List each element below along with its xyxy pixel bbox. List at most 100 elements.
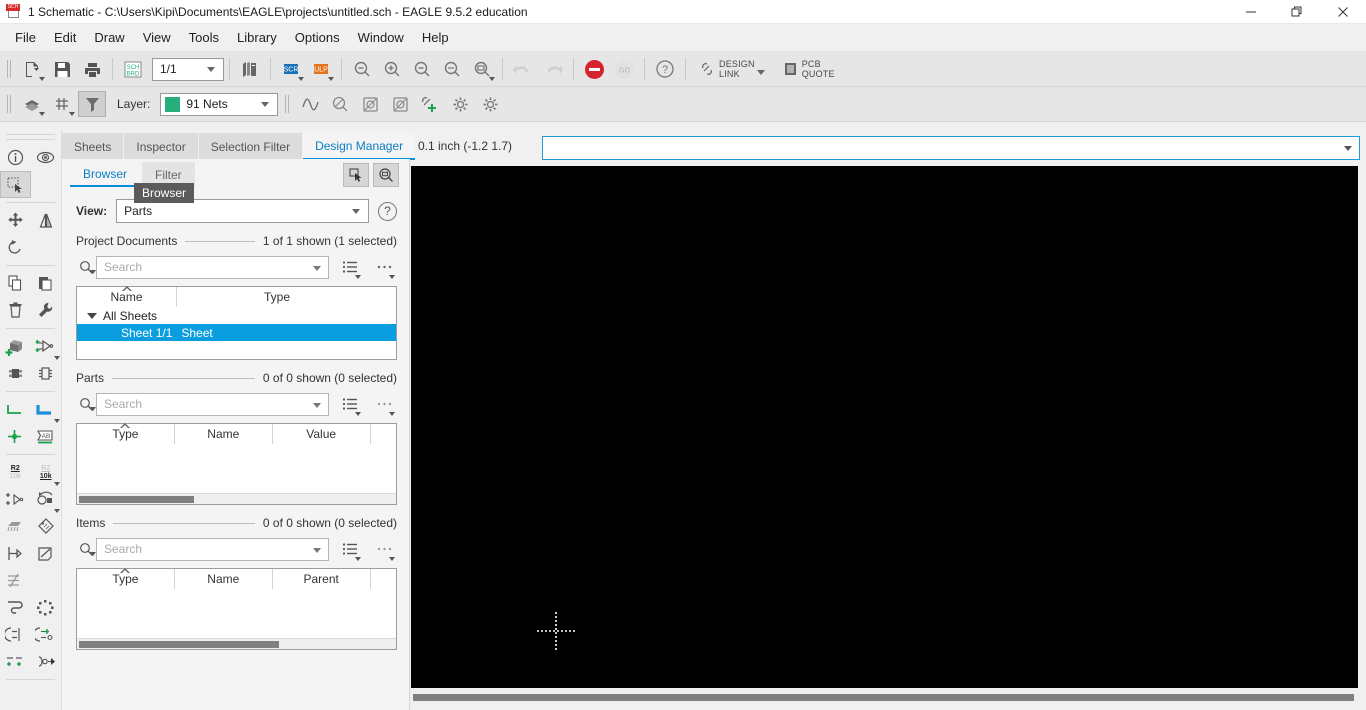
- tab-selection-filter[interactable]: Selection Filter: [198, 133, 303, 160]
- settings-gear-alt-icon[interactable]: [476, 91, 504, 117]
- attribute-icon[interactable]: [0, 540, 31, 567]
- column-header-parent[interactable]: Parent: [273, 569, 371, 589]
- list-options-icon[interactable]: [337, 392, 363, 416]
- net-icon[interactable]: [0, 396, 31, 423]
- zoom-fit-icon[interactable]: [348, 56, 376, 82]
- search-input-parts[interactable]: Search: [96, 392, 329, 416]
- scrollbar-thumb[interactable]: [413, 694, 1354, 701]
- library-manager-icon[interactable]: [236, 56, 264, 82]
- drc-board-icon[interactable]: [356, 91, 384, 117]
- attach-assembly-icon[interactable]: [416, 91, 444, 117]
- horizontal-scrollbar[interactable]: [77, 493, 396, 504]
- layer-selector[interactable]: 91 Nets: [160, 92, 279, 116]
- paste-icon[interactable]: [31, 270, 62, 297]
- menu-view[interactable]: View: [134, 26, 180, 49]
- close-button[interactable]: [1320, 0, 1366, 24]
- change-wrench-icon[interactable]: [31, 297, 62, 324]
- dip-package-icon[interactable]: [31, 360, 62, 387]
- selection-filter-icon[interactable]: [78, 91, 106, 117]
- list-options-icon[interactable]: [337, 255, 363, 279]
- replace-part-icon[interactable]: [31, 486, 62, 513]
- erc-check-icon[interactable]: [326, 91, 354, 117]
- split-icon[interactable]: [0, 567, 31, 594]
- select-in-canvas-icon[interactable]: [343, 163, 369, 187]
- stop-command-icon[interactable]: [580, 56, 608, 82]
- schematic-canvas[interactable]: [411, 166, 1358, 688]
- expand-caret-icon[interactable]: [87, 312, 97, 319]
- name-icon[interactable]: R2 10k: [0, 459, 31, 486]
- copy-icon[interactable]: [0, 270, 31, 297]
- menu-library[interactable]: Library: [228, 26, 286, 49]
- column-header-name[interactable]: Name: [175, 424, 273, 444]
- scrollbar-thumb[interactable]: [79, 496, 194, 503]
- tab-sheets[interactable]: Sheets: [62, 133, 124, 160]
- command-input[interactable]: [542, 136, 1360, 160]
- value-icon[interactable]: R2 10k: [31, 459, 62, 486]
- column-header-type[interactable]: Type: [77, 423, 175, 444]
- menu-edit[interactable]: Edit: [45, 26, 85, 49]
- undo-icon[interactable]: [509, 56, 537, 82]
- switch-to-board-icon[interactable]: SCH BRD: [119, 56, 147, 82]
- zoom-redraw-icon[interactable]: [438, 56, 466, 82]
- dimension-icon[interactable]: [0, 648, 31, 675]
- grid-icon[interactable]: [48, 91, 76, 117]
- column-header-extra[interactable]: [371, 569, 396, 589]
- horizontal-scrollbar[interactable]: [77, 638, 396, 649]
- add-gate-icon[interactable]: [31, 333, 62, 360]
- canvas-horizontal-scrollbar[interactable]: [411, 692, 1358, 703]
- rotate-icon[interactable]: [0, 234, 31, 261]
- smd-package-icon[interactable]: [0, 360, 31, 387]
- parts-table[interactable]: Type Name Value: [76, 423, 397, 505]
- delete-trash-icon[interactable]: [0, 297, 31, 324]
- project-documents-table[interactable]: Name Type All Sheets Sheet 1/1 Sheet: [76, 286, 397, 360]
- menu-file[interactable]: File: [6, 26, 45, 49]
- polygon-icon[interactable]: [0, 513, 31, 540]
- show-eye-icon[interactable]: [31, 144, 62, 171]
- table-row[interactable]: Sheet 1/1 Sheet: [77, 324, 396, 341]
- search-icon[interactable]: [76, 542, 96, 557]
- move-icon[interactable]: [0, 207, 31, 234]
- mitre-icon[interactable]: [0, 594, 31, 621]
- menu-options[interactable]: Options: [286, 26, 349, 49]
- column-header-name[interactable]: Name: [77, 286, 177, 307]
- search-icon[interactable]: [76, 260, 96, 275]
- settings-gear-icon[interactable]: [446, 91, 474, 117]
- menu-help[interactable]: Help: [413, 26, 458, 49]
- go-command-icon[interactable]: GO: [610, 56, 638, 82]
- run-script-icon[interactable]: SCR: [277, 56, 305, 82]
- signal-wave-icon[interactable]: [296, 91, 324, 117]
- group-select-icon[interactable]: [0, 171, 31, 198]
- toolbar-grip[interactable]: [5, 58, 14, 80]
- info-icon[interactable]: [0, 144, 31, 171]
- column-header-type[interactable]: Type: [177, 287, 377, 307]
- layer-settings-icon[interactable]: [18, 91, 46, 117]
- zoom-to-selection-icon[interactable]: [373, 163, 399, 187]
- table-row[interactable]: All Sheets: [77, 307, 396, 324]
- column-header-value[interactable]: Value: [273, 424, 371, 444]
- text-icon[interactable]: [31, 540, 62, 567]
- add-pin-icon[interactable]: [0, 486, 31, 513]
- zoom-in-icon[interactable]: [378, 56, 406, 82]
- scrollbar-thumb[interactable]: [79, 641, 279, 648]
- toolbar-grip[interactable]: [5, 93, 14, 115]
- bus-icon[interactable]: [31, 396, 62, 423]
- label-icon[interactable]: AB: [31, 423, 62, 450]
- mirror-icon[interactable]: [31, 207, 62, 234]
- view-help-icon[interactable]: ?: [378, 201, 397, 221]
- menu-tools[interactable]: Tools: [180, 26, 228, 49]
- pinswap-icon[interactable]: [0, 621, 31, 648]
- circle-icon[interactable]: [31, 594, 62, 621]
- design-link-button[interactable]: DESIGN LINK: [691, 55, 775, 83]
- menu-draw[interactable]: Draw: [85, 26, 133, 49]
- toolbar-grip[interactable]: [283, 93, 292, 115]
- column-header-extra[interactable]: [371, 424, 396, 444]
- items-table[interactable]: Type Name Parent: [76, 568, 397, 650]
- zoom-out-icon[interactable]: [408, 56, 436, 82]
- restore-button[interactable]: [1274, 0, 1320, 24]
- print-icon[interactable]: [78, 56, 106, 82]
- minimize-button[interactable]: [1228, 0, 1274, 24]
- subtab-browser[interactable]: Browser: [70, 162, 141, 187]
- run-ulp-icon[interactable]: ULP: [307, 56, 335, 82]
- zoom-select-icon[interactable]: [468, 56, 496, 82]
- add-part-icon[interactable]: [0, 333, 31, 360]
